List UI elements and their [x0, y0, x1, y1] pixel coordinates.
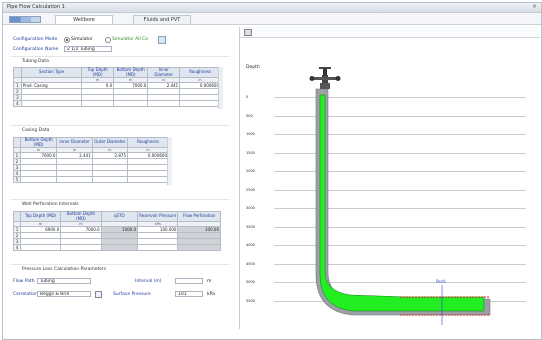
- tab-fluids[interactable]: Fluids and PVT: [133, 15, 191, 24]
- tubing-header: Bottom Depth (MD): [113, 67, 149, 78]
- flow-path-label: Flow Path: [13, 279, 35, 284]
- casing-table[interactable]: Bottom Depth (MD) Inner Diameter Outer D…: [13, 137, 169, 183]
- tubing-header: Top Depth (MD): [81, 67, 115, 78]
- toolbar-icons[interactable]: [9, 16, 41, 23]
- wellbore-schematic: Perfs: [309, 67, 491, 325]
- perf-annotation: Perfs: [436, 279, 446, 284]
- config-mode-label: Configuration Mode: [13, 37, 58, 42]
- interval-label: Interval (m): [135, 279, 162, 284]
- close-icon[interactable]: ×: [532, 3, 537, 10]
- window-title: Pipe Flow Calculation 1: [7, 4, 65, 10]
- config-name-input[interactable]: 2 1/2 Tubing: [64, 46, 112, 52]
- casing-header: Bottom Depth (MD): [19, 137, 58, 148]
- main-window: Pipe Flow Calculation 1 × Wellbore Fluid…: [2, 2, 542, 340]
- config-name-label: Configuration Name: [13, 47, 59, 52]
- perf-title: Well Perforation Intervals: [21, 202, 80, 207]
- radio-simulator-all[interactable]: [105, 37, 111, 43]
- casing-header: Inner Diameter: [56, 137, 93, 148]
- perf-table[interactable]: Top Depth (MD) Bottom Depth (MD) qSTO Re…: [13, 211, 221, 251]
- radio-simulator[interactable]: [64, 37, 70, 43]
- radio-simulator-all-label: Simulator All Co: [112, 37, 149, 42]
- wellhead-icon: [309, 67, 341, 89]
- tubing-title: Tubing Data: [21, 59, 50, 64]
- casing-title: Casing Data: [21, 128, 51, 133]
- perf-header: Bottom Depth (MD): [60, 211, 102, 222]
- config-browse-icon[interactable]: [158, 36, 166, 44]
- casing-outline: [315, 88, 491, 316]
- tubing-header: Inner Diameter: [147, 67, 181, 78]
- casing-header: Roughness: [127, 137, 169, 148]
- tubing-header: Section Type: [20, 67, 83, 78]
- surface-pressure-label: Surface Pressure: [113, 292, 151, 297]
- casing-header: Outer Diameter: [91, 137, 129, 148]
- perf-header: Top Depth (MD): [19, 211, 62, 222]
- wellbore-form: Configuration Mode Simulator Simulator A…: [7, 27, 233, 329]
- radio-simulator-label: Simulator: [71, 37, 93, 42]
- tubing-table[interactable]: Section Type Top Depth (MD) Bottom Depth…: [13, 67, 221, 107]
- tubing-scrollbar[interactable]: [218, 67, 223, 109]
- perf-header: qSTO: [100, 211, 139, 222]
- perf-header: Reservoir Pressure: [137, 211, 179, 222]
- tab-strip: Wellbore Fluids and PVT: [3, 13, 541, 25]
- flow-path-select[interactable]: Tubing: [37, 278, 91, 284]
- tubing-section: [319, 94, 485, 312]
- correlation-select[interactable]: Beggs & Brill: [37, 291, 91, 297]
- interval-input[interactable]: [175, 278, 203, 284]
- tab-wellbore[interactable]: Wellbore: [55, 15, 113, 24]
- correlation-options-icon[interactable]: [95, 291, 102, 298]
- tubing-header: Roughness: [179, 67, 221, 78]
- perf-header: Flow Perforation: [177, 211, 221, 222]
- table-row[interactable]: 4: [13, 100, 221, 107]
- interval-unit: m: [207, 279, 212, 284]
- wellbore-plot: Depth 0 500 1000 1500 2000 2500 3000 3500 4000 45…: [239, 27, 540, 329]
- surface-pressure-unit: kPa: [207, 292, 215, 297]
- title-bar: Pipe Flow Calculation 1 ×: [3, 3, 541, 13]
- pressure-title: Pressure Loss Calculation Parameters: [21, 267, 108, 272]
- surface-pressure-input[interactable]: 101: [175, 291, 203, 297]
- table-row[interactable]: 5: [13, 176, 169, 183]
- correlation-label: Correlation: [13, 292, 38, 297]
- casing-scrollbar[interactable]: [167, 137, 172, 185]
- table-row[interactable]: 4: [13, 244, 221, 251]
